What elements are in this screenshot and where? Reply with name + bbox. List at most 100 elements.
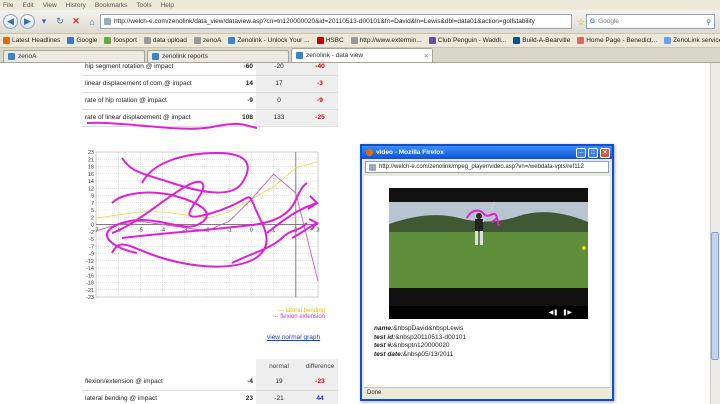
test-info: name:&nbspDavid&nbspLewis test id:&nbsp20… (374, 325, 466, 359)
bookmark-favicon-icon (316, 37, 324, 44)
address-bar[interactable]: http://welch-e.com/zenolink/data_view/da… (100, 14, 572, 29)
maximize-button[interactable]: □ (588, 147, 598, 158)
bookmark-favicon-icon (3, 37, 10, 44)
video-player[interactable] (389, 188, 588, 306)
x-tick-label: 1 (272, 228, 275, 234)
scrollbar-thumb[interactable] (711, 232, 719, 360)
chart-legend: --- lateral bending --- flexion extension (215, 308, 325, 320)
search-box[interactable]: G Google ⚲ (586, 14, 715, 29)
cell-label: rate of linear displacement @ impact (82, 109, 230, 127)
bookmark-item[interactable]: foosport (104, 37, 137, 44)
column-header (82, 359, 230, 373)
bookmark-item[interactable]: Latest Headlines (3, 37, 60, 44)
cell-label: hip segment rotation @ impact (82, 63, 230, 76)
page-content: hip segment rotation @ impact -60 -20 -40 li… (0, 63, 710, 404)
dropdown-button[interactable]: ▾ (37, 15, 51, 29)
bookmark-item[interactable]: ZenoLink service orde... (664, 37, 720, 44)
back-button[interactable]: ◀ (3, 14, 18, 29)
tab-2[interactable]: zenolink - data view ✕ (291, 48, 433, 62)
search-magnifier-icon[interactable]: ⚲ (706, 18, 711, 26)
bookmark-item[interactable]: Zenolink - Unlock Your ... (228, 37, 310, 44)
y-tick-label: 9 (91, 194, 94, 200)
stop-button[interactable]: ✕ (69, 15, 83, 29)
menu-item-view[interactable]: View (43, 2, 57, 9)
home-button[interactable]: ⌂ (85, 15, 99, 29)
cell-value: -9 (230, 92, 256, 110)
step-back-button[interactable]: ◀❚ (549, 309, 559, 316)
bookmark-favicon-icon (350, 37, 358, 44)
bookmark-item[interactable]: Home Page - Benedict... (577, 37, 657, 44)
info-key: test id: (374, 333, 396, 341)
bookmark-item[interactable]: HSBC (316, 37, 344, 44)
maximize-icon: □ (591, 149, 595, 156)
cell-diff: -3 (302, 75, 338, 93)
menu-item-history[interactable]: History (66, 2, 86, 9)
cell-label: lateral bending @ impact (82, 390, 230, 404)
cell-value: 108 (230, 109, 256, 127)
bookmark-label: data upload (152, 37, 187, 44)
y-tick-label: 14 (88, 179, 94, 185)
google-icon: G (590, 18, 596, 25)
table-header-row: normal difference (82, 359, 338, 373)
y-tick-label: 12 (88, 186, 94, 192)
bookmark-favicon-icon (228, 37, 236, 44)
bookmark-label: HSBC (325, 37, 344, 44)
tab-1[interactable]: zenolink reports (147, 50, 289, 62)
column-header (230, 359, 256, 373)
cell-normal: 0 (256, 92, 302, 110)
step-forward-button[interactable]: ❚▶ (562, 309, 572, 316)
info-value: &nbspDavid&nbspLewis (393, 325, 464, 332)
menu-item-help[interactable]: Help (161, 2, 174, 9)
close-button[interactable]: ✕ (600, 147, 610, 158)
vertical-scrollbar[interactable] (710, 63, 720, 404)
firefox-icon (366, 149, 373, 156)
video-frame (389, 188, 588, 306)
table-row: rate of hip rotation @ impact -9 0 -9 (82, 92, 338, 110)
menu-item-file[interactable]: File (3, 2, 13, 9)
y-tick-label: -16 (86, 273, 94, 279)
bookmark-label: foosport (113, 37, 137, 44)
tab-close-icon[interactable]: ✕ (424, 52, 429, 60)
top-metrics-table: hip segment rotation @ impact -60 -20 -40 li… (82, 63, 338, 127)
menu-item-edit[interactable]: Edit (22, 2, 33, 9)
video-controls: ◀❚ ❚▶ (389, 306, 588, 319)
bookmark-item[interactable]: zenoA (193, 37, 221, 44)
bookmark-favicon-icon (143, 37, 151, 44)
bookmark-label: ZenoLink service orde... (673, 37, 720, 44)
bookmark-item[interactable]: Google (67, 37, 97, 44)
cell-diff: 44 (302, 390, 338, 404)
menu-item-bookmarks[interactable]: Bookmarks (95, 2, 128, 9)
search-input[interactable]: Google (598, 18, 619, 25)
star-icon: ☆ (576, 16, 586, 27)
bookmark-item[interactable]: data upload (143, 37, 187, 44)
cell-value: -4 (230, 373, 256, 391)
popup-site-icon (369, 163, 376, 171)
video-popup-window[interactable]: video - Mozilla Firefox ─ □ ✕ http://wel… (360, 144, 614, 401)
reload-button[interactable]: ↻ (53, 15, 67, 29)
menu-item-tools[interactable]: Tools (136, 2, 151, 9)
table-row: hip segment rotation @ impact -60 -20 -40 (82, 63, 338, 76)
forward-button[interactable]: ▶ (20, 14, 35, 29)
popup-address-bar[interactable]: http://welch-e.com/zenolink/mpeg_player/… (365, 161, 609, 173)
y-tick-label: -9 (89, 252, 94, 258)
popup-title: video - Mozilla Firefox (376, 149, 444, 156)
minimize-button[interactable]: ─ (576, 147, 586, 158)
table-row: flexion/extension @ impact -4 19 -23 (82, 373, 338, 391)
tab-0[interactable]: zenoA (3, 50, 145, 62)
column-header: difference (302, 359, 338, 373)
popup-titlebar[interactable]: video - Mozilla Firefox ─ □ ✕ (362, 146, 612, 159)
y-tick-label: 16 (88, 172, 94, 178)
bookmark-item[interactable]: Build-A-Bearville (513, 37, 570, 44)
view-normal-graph-link[interactable]: view normal graph (267, 334, 320, 341)
forward-arrow-icon: ▶ (24, 16, 31, 26)
navigation-toolbar: ◀ ▶ ▾ ↻ ✕ ⌂ http://welch-e.com/zenolink/… (0, 10, 720, 34)
y-tick-label: 21 (88, 157, 94, 163)
info-row: test date:&nbsp05/13/2011 (374, 351, 466, 360)
bookmark-label: Zenolink - Unlock Your ... (237, 37, 310, 44)
y-tick-label: 7 (91, 201, 94, 207)
bookmark-item[interactable]: http://www.extermin... (350, 37, 422, 44)
y-tick-label: -21 (86, 288, 94, 294)
x-tick-label: -3 (182, 228, 187, 234)
info-row: name:&nbspDavid&nbspLewis (374, 325, 466, 334)
bookmark-item[interactable]: Club Penguin - Waddl... (428, 37, 506, 44)
